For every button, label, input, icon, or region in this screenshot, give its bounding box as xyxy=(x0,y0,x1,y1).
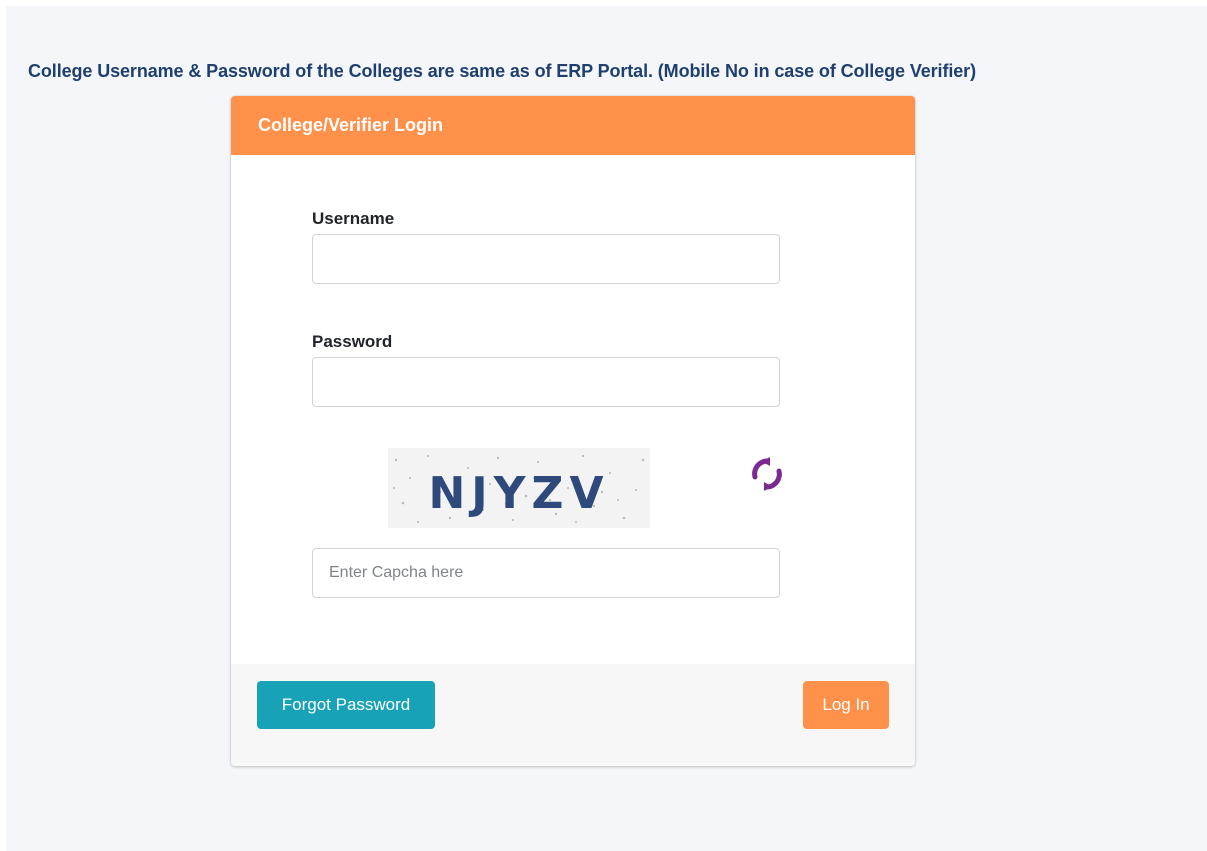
login-card: College/Verifier Login Username Password… xyxy=(231,96,915,766)
username-input[interactable] xyxy=(312,234,780,284)
captcha-text: NJYZV xyxy=(428,468,609,519)
captcha-image: NJYZV xyxy=(388,448,650,528)
forgot-password-button[interactable]: Forgot Password xyxy=(257,681,435,729)
username-label: Username xyxy=(312,209,395,228)
card-footer: Forgot Password Log In xyxy=(231,664,915,766)
refresh-icon[interactable] xyxy=(749,456,785,492)
card-header: College/Verifier Login xyxy=(231,96,915,155)
login-notice: College Username & Password of the Colle… xyxy=(28,61,976,81)
password-input[interactable] xyxy=(312,357,780,407)
password-label: Password xyxy=(312,332,393,351)
card-title: College/Verifier Login xyxy=(258,115,444,135)
captcha-input[interactable] xyxy=(312,548,780,598)
login-button[interactable]: Log In xyxy=(803,681,889,729)
